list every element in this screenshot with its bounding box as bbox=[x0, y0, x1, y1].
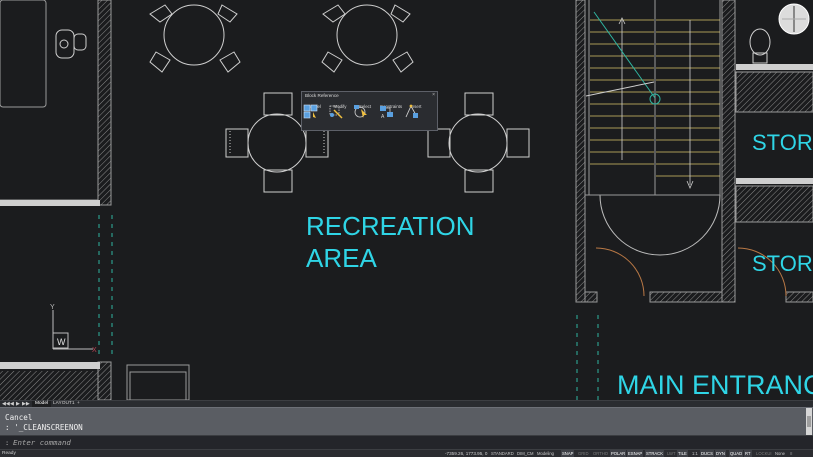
status-ready-text: Ready bbox=[2, 451, 16, 456]
storage-rooms bbox=[735, 28, 813, 223]
label-recreation: RECREATION bbox=[306, 211, 475, 241]
text-style-button[interactable]: STANDARD bbox=[490, 450, 515, 457]
workspace-button[interactable]: Modeling bbox=[536, 450, 555, 457]
ucs-y-label: Y bbox=[50, 304, 55, 311]
command-history-line: : '_CLEANSCREENON bbox=[5, 423, 83, 432]
table-set-top-left bbox=[149, 4, 241, 73]
left-wall-block bbox=[0, 0, 190, 400]
command-input[interactable] bbox=[13, 437, 783, 448]
esnap-toggle[interactable]: ESNAP bbox=[627, 450, 644, 457]
command-history-line: Cancel bbox=[5, 413, 33, 422]
constraints-button[interactable]: A Constraints bbox=[378, 101, 404, 130]
layout-tab-bar: ◀◀ ◀ ▶ ▶▶ Model LAYOUT1 + bbox=[0, 400, 813, 407]
label-storage-2: STOR bbox=[752, 251, 813, 276]
stair-arrows bbox=[618, 17, 694, 190]
ucs-x-label: X bbox=[92, 347, 97, 354]
annotation-scale-button[interactable]: 1:1 bbox=[691, 450, 699, 457]
modify-icon bbox=[329, 105, 343, 119]
label-main-entrance: MAIN ENTRANC bbox=[617, 370, 813, 400]
ortho-toggle[interactable]: ORTHO bbox=[592, 450, 609, 457]
floor-plan-drawing[interactable]: Y W X bbox=[0, 0, 813, 400]
block-reference-context-panel[interactable]: Block Reference × Model Modify bbox=[301, 91, 438, 131]
modify-button[interactable]: Modify bbox=[327, 101, 353, 130]
office-chair bbox=[55, 29, 87, 59]
status-bar: Ready -7359.26, 1773.95, 0 STANDARD DIM_… bbox=[0, 449, 813, 457]
label-area: AREA bbox=[306, 243, 377, 273]
quad-toggle[interactable]: QUAD bbox=[729, 450, 744, 457]
stair-cut-line bbox=[585, 11, 661, 105]
model-icon bbox=[303, 104, 318, 119]
insert-button[interactable]: Insert bbox=[403, 101, 429, 130]
command-history: Cancel : '_CLEANSCREENON bbox=[0, 407, 813, 435]
table-set-top-right bbox=[321, 4, 414, 73]
command-prompt-prefix: : bbox=[5, 439, 10, 447]
snap-toggle[interactable]: SNAP bbox=[561, 450, 575, 457]
label-storage-1: STOR bbox=[752, 130, 813, 155]
close-icon[interactable]: × bbox=[432, 92, 435, 98]
command-history-scrollbar[interactable] bbox=[806, 408, 812, 435]
cursor-coordinates[interactable]: -7359.26, 1773.95, 0 bbox=[445, 450, 487, 457]
settings-icon[interactable]: ≡ bbox=[789, 450, 793, 457]
select-icon bbox=[354, 105, 367, 118]
command-line: : bbox=[0, 435, 813, 449]
drawing-canvas[interactable]: Y W X RECREATION AREA STOR STOR MAIN ENT… bbox=[0, 0, 813, 400]
insert-icon bbox=[405, 104, 418, 118]
lwt-toggle[interactable]: LWT bbox=[666, 450, 677, 457]
context-panel-title: Block Reference bbox=[305, 93, 339, 98]
tile-toggle[interactable]: TILE bbox=[677, 450, 688, 457]
svg-text:A: A bbox=[381, 114, 385, 120]
dyn-toggle[interactable]: DYN bbox=[715, 450, 726, 457]
lockui-toggle[interactable]: LOCKUI bbox=[755, 450, 773, 457]
rt-toggle[interactable]: RT bbox=[744, 450, 752, 457]
ducs-toggle[interactable]: DUCS bbox=[700, 450, 714, 457]
dim-style-button[interactable]: DIM_CM bbox=[516, 450, 535, 457]
grid-toggle[interactable]: GRID bbox=[577, 450, 589, 457]
selection-filter-dropdown[interactable]: None bbox=[774, 450, 786, 457]
table-set-middle-right bbox=[427, 92, 530, 193]
select-button[interactable]: Select bbox=[352, 101, 378, 130]
viewcube-icon[interactable] bbox=[778, 3, 810, 35]
scrollbar-thumb[interactable] bbox=[807, 416, 811, 427]
ucs-w-label: W bbox=[57, 337, 66, 347]
model-button[interactable]: Model bbox=[302, 101, 328, 130]
constraints-icon: A bbox=[380, 106, 393, 120]
strack-toggle[interactable]: STRACK bbox=[645, 450, 664, 457]
polar-toggle[interactable]: POLAR bbox=[610, 450, 627, 457]
